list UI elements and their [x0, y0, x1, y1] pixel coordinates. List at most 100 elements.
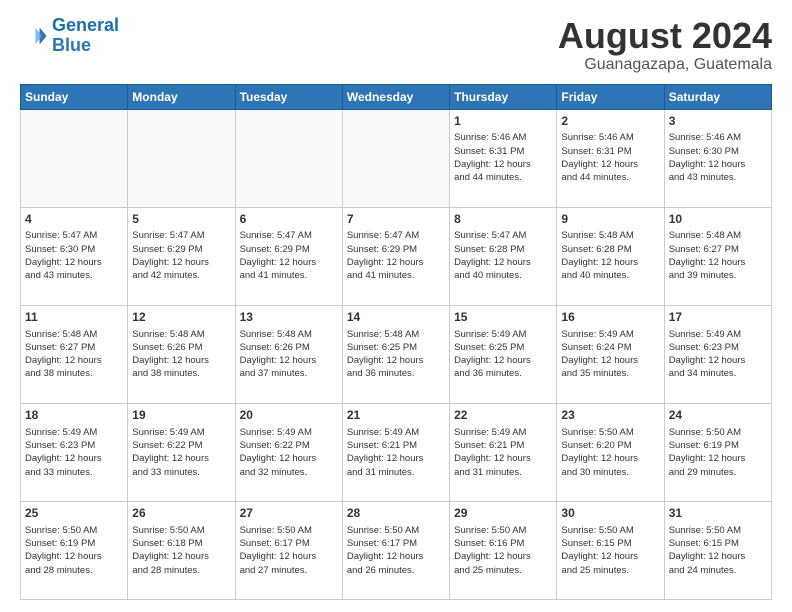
day-info-line: and 32 minutes. — [240, 466, 338, 479]
day-info-line: and 39 minutes. — [669, 269, 767, 282]
day-info-line: Sunrise: 5:47 AM — [25, 229, 123, 242]
day-number: 9 — [561, 211, 659, 228]
day-info-line: Daylight: 12 hours — [669, 354, 767, 367]
day-info-line: Sunset: 6:23 PM — [25, 439, 123, 452]
day-info-line: Sunrise: 5:50 AM — [561, 426, 659, 439]
day-number: 6 — [240, 211, 338, 228]
day-info-line: Sunrise: 5:46 AM — [561, 131, 659, 144]
day-info-line: Sunset: 6:31 PM — [454, 145, 552, 158]
calendar-day-header: Sunday — [21, 84, 128, 109]
day-info-line: and 33 minutes. — [132, 466, 230, 479]
day-info-line: Daylight: 12 hours — [132, 256, 230, 269]
day-info-line: and 36 minutes. — [347, 367, 445, 380]
calendar-day-cell: 1Sunrise: 5:46 AMSunset: 6:31 PMDaylight… — [450, 109, 557, 207]
calendar-day-cell: 23Sunrise: 5:50 AMSunset: 6:20 PMDayligh… — [557, 403, 664, 501]
calendar-week-row: 18Sunrise: 5:49 AMSunset: 6:23 PMDayligh… — [21, 403, 772, 501]
day-info-line: and 41 minutes. — [347, 269, 445, 282]
day-number: 28 — [347, 505, 445, 522]
calendar-header-row: SundayMondayTuesdayWednesdayThursdayFrid… — [21, 84, 772, 109]
calendar-day-header: Friday — [557, 84, 664, 109]
calendar-day-cell: 30Sunrise: 5:50 AMSunset: 6:15 PMDayligh… — [557, 501, 664, 599]
day-info-line: Sunrise: 5:48 AM — [347, 328, 445, 341]
day-info-line: Daylight: 12 hours — [25, 256, 123, 269]
day-info-line: Sunset: 6:26 PM — [132, 341, 230, 354]
day-info-line: and 43 minutes. — [25, 269, 123, 282]
day-info-line: and 24 minutes. — [669, 564, 767, 577]
calendar-day-cell: 2Sunrise: 5:46 AMSunset: 6:31 PMDaylight… — [557, 109, 664, 207]
calendar-day-cell: 13Sunrise: 5:48 AMSunset: 6:26 PMDayligh… — [235, 305, 342, 403]
day-info-line: Daylight: 12 hours — [454, 452, 552, 465]
day-info-line: Sunset: 6:29 PM — [132, 243, 230, 256]
day-info-line: Daylight: 12 hours — [561, 256, 659, 269]
day-info-line: Daylight: 12 hours — [347, 550, 445, 563]
day-info-line: Sunrise: 5:48 AM — [132, 328, 230, 341]
day-info-line: and 28 minutes. — [132, 564, 230, 577]
day-info-line: Sunset: 6:30 PM — [669, 145, 767, 158]
day-info-line: and 29 minutes. — [669, 466, 767, 479]
calendar-day-cell: 8Sunrise: 5:47 AMSunset: 6:28 PMDaylight… — [450, 207, 557, 305]
day-number: 25 — [25, 505, 123, 522]
day-number: 31 — [669, 505, 767, 522]
day-info-line: Daylight: 12 hours — [347, 354, 445, 367]
calendar-week-row: 1Sunrise: 5:46 AMSunset: 6:31 PMDaylight… — [21, 109, 772, 207]
calendar-day-cell: 5Sunrise: 5:47 AMSunset: 6:29 PMDaylight… — [128, 207, 235, 305]
day-info-line: Sunset: 6:28 PM — [561, 243, 659, 256]
header: General Blue August 2024 Guanagazapa, Gu… — [20, 16, 772, 74]
day-number: 3 — [669, 113, 767, 130]
day-info-line: Sunset: 6:24 PM — [561, 341, 659, 354]
day-info-line: Sunrise: 5:49 AM — [132, 426, 230, 439]
day-number: 15 — [454, 309, 552, 326]
day-info-line: Sunrise: 5:50 AM — [132, 524, 230, 537]
day-info-line: Sunset: 6:18 PM — [132, 537, 230, 550]
day-number: 10 — [669, 211, 767, 228]
day-info-line: Daylight: 12 hours — [454, 256, 552, 269]
day-info-line: Daylight: 12 hours — [25, 354, 123, 367]
day-number: 5 — [132, 211, 230, 228]
day-info-line: Sunset: 6:31 PM — [561, 145, 659, 158]
calendar-week-row: 11Sunrise: 5:48 AMSunset: 6:27 PMDayligh… — [21, 305, 772, 403]
day-info-line: Daylight: 12 hours — [240, 452, 338, 465]
logo-line2: Blue — [52, 35, 91, 55]
main-title: August 2024 — [558, 16, 772, 56]
day-info-line: Sunrise: 5:48 AM — [561, 229, 659, 242]
day-info-line: Daylight: 12 hours — [347, 452, 445, 465]
calendar-day-cell: 19Sunrise: 5:49 AMSunset: 6:22 PMDayligh… — [128, 403, 235, 501]
calendar-day-cell: 27Sunrise: 5:50 AMSunset: 6:17 PMDayligh… — [235, 501, 342, 599]
calendar-day-cell: 6Sunrise: 5:47 AMSunset: 6:29 PMDaylight… — [235, 207, 342, 305]
day-info-line: Sunrise: 5:48 AM — [669, 229, 767, 242]
day-number: 2 — [561, 113, 659, 130]
day-info-line: Sunset: 6:16 PM — [454, 537, 552, 550]
calendar-day-cell: 21Sunrise: 5:49 AMSunset: 6:21 PMDayligh… — [342, 403, 449, 501]
day-number: 22 — [454, 407, 552, 424]
day-info-line: Daylight: 12 hours — [240, 256, 338, 269]
day-info-line: Sunset: 6:25 PM — [347, 341, 445, 354]
day-info-line: Sunset: 6:21 PM — [347, 439, 445, 452]
calendar-day-cell: 17Sunrise: 5:49 AMSunset: 6:23 PMDayligh… — [664, 305, 771, 403]
calendar-day-cell: 14Sunrise: 5:48 AMSunset: 6:25 PMDayligh… — [342, 305, 449, 403]
logo-text: General Blue — [52, 16, 119, 56]
calendar-day-cell: 24Sunrise: 5:50 AMSunset: 6:19 PMDayligh… — [664, 403, 771, 501]
day-info-line: Sunset: 6:23 PM — [669, 341, 767, 354]
day-info-line: Daylight: 12 hours — [132, 452, 230, 465]
day-info-line: Sunset: 6:26 PM — [240, 341, 338, 354]
day-info-line: Sunrise: 5:49 AM — [25, 426, 123, 439]
day-info-line: Sunrise: 5:50 AM — [669, 426, 767, 439]
day-info-line: Sunrise: 5:49 AM — [561, 328, 659, 341]
day-info-line: and 25 minutes. — [454, 564, 552, 577]
day-info-line: and 41 minutes. — [240, 269, 338, 282]
day-info-line: Sunrise: 5:50 AM — [454, 524, 552, 537]
day-info-line: Daylight: 12 hours — [454, 550, 552, 563]
day-info-line: Sunrise: 5:50 AM — [240, 524, 338, 537]
calendar-day-cell: 9Sunrise: 5:48 AMSunset: 6:28 PMDaylight… — [557, 207, 664, 305]
day-info-line: Daylight: 12 hours — [240, 354, 338, 367]
day-info-line: Daylight: 12 hours — [347, 256, 445, 269]
day-info-line: and 44 minutes. — [561, 171, 659, 184]
calendar-day-cell: 18Sunrise: 5:49 AMSunset: 6:23 PMDayligh… — [21, 403, 128, 501]
day-info-line: and 34 minutes. — [669, 367, 767, 380]
day-number: 29 — [454, 505, 552, 522]
calendar-day-cell: 16Sunrise: 5:49 AMSunset: 6:24 PMDayligh… — [557, 305, 664, 403]
day-info-line: Sunrise: 5:49 AM — [669, 328, 767, 341]
day-info-line: Sunset: 6:21 PM — [454, 439, 552, 452]
day-info-line: and 42 minutes. — [132, 269, 230, 282]
calendar-week-row: 25Sunrise: 5:50 AMSunset: 6:19 PMDayligh… — [21, 501, 772, 599]
